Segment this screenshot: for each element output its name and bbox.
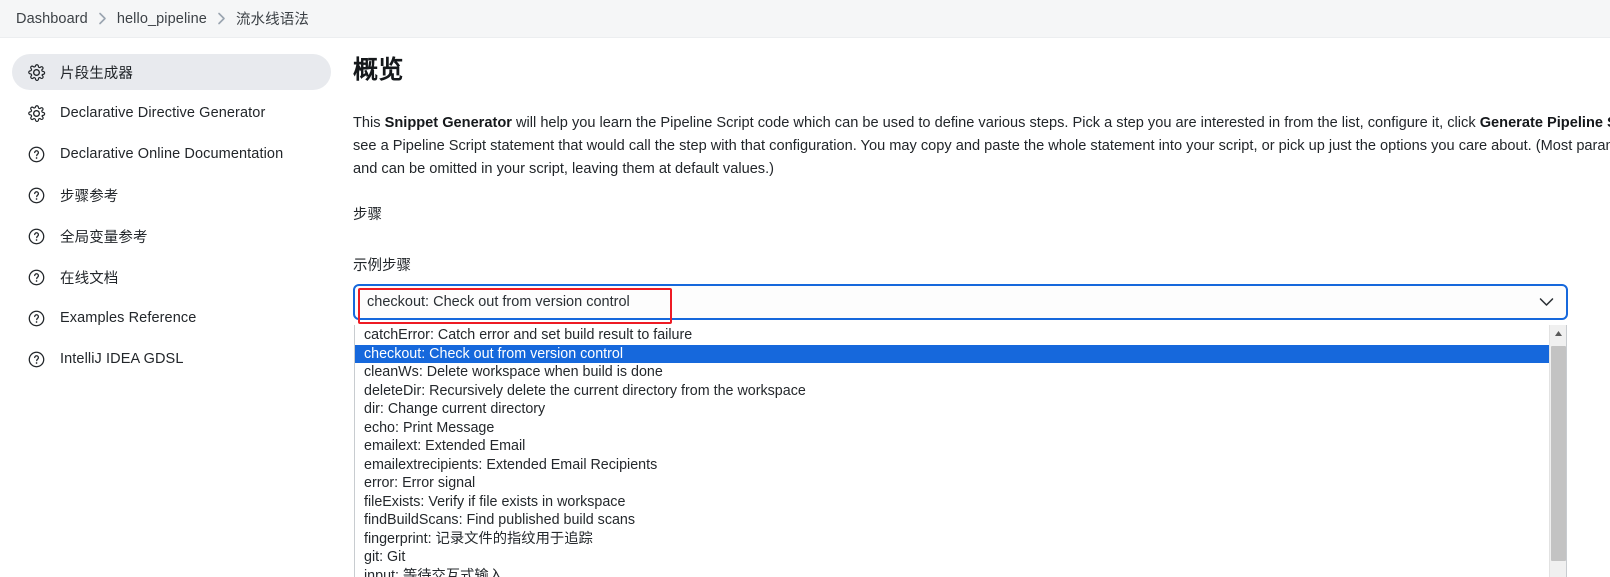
help-circle-icon (26, 226, 46, 246)
sample-step-combobox-zone: checkout: Check out from version control… (353, 284, 1568, 577)
page-title: 概览 (353, 56, 404, 84)
sidebar-item-label: 在线文档 (60, 270, 119, 287)
sidebar-item-label: IntelliJ IDEA GDSL (60, 351, 184, 367)
steps-label: 步骤 (353, 207, 382, 223)
dropdown-option[interactable]: emailextrecipients: Extended Email Recip… (355, 456, 1549, 475)
help-circle-icon (26, 144, 46, 164)
dropdown-option[interactable]: fingerprint: 记录文件的指纹用于追踪 (355, 530, 1549, 549)
help-circle-icon (26, 349, 46, 369)
dropdown-option[interactable]: emailext: Extended Email (355, 437, 1549, 456)
dropdown-option[interactable]: dir: Change current directory (355, 400, 1549, 419)
chevron-down-icon[interactable] (1538, 294, 1554, 310)
sidebar-item-online-documentation[interactable]: 在线文档 (12, 259, 331, 295)
sidebar-item-declarative-online-documentation[interactable]: Declarative Online Documentation (12, 136, 331, 172)
breadcrumb-item-dashboard[interactable]: Dashboard (16, 11, 88, 27)
help-circle-icon (26, 185, 46, 205)
dropdown-scrollbar[interactable] (1549, 325, 1566, 577)
scroll-up-arrow-icon[interactable] (1550, 325, 1566, 342)
sidebar-item-label: 步骤参考 (60, 188, 119, 205)
body-wrapper: 片段生成器 Declarative Directive Generator De… (0, 38, 1610, 577)
breadcrumb: Dashboard hello_pipeline 流水线语法 (0, 0, 1610, 38)
sidebar-item-examples-reference[interactable]: Examples Reference (12, 300, 331, 336)
dropdown-option[interactable]: input: 等待交互式输入 (355, 567, 1549, 577)
dropdown-scrollbar-thumb[interactable] (1551, 346, 1566, 561)
help-circle-icon (26, 267, 46, 287)
breadcrumb-item-current[interactable]: 流水线语法 (236, 8, 309, 29)
dropdown-option[interactable]: fileExists: Verify if file exists in wor… (355, 493, 1549, 512)
sidebar-item-global-variable-reference[interactable]: 全局变量参考 (12, 218, 331, 254)
chevron-right-icon (217, 12, 226, 25)
dropdown-option[interactable]: deleteDir: Recursively delete the curren… (355, 382, 1549, 401)
dropdown-option[interactable]: findBuildScans: Find published build sca… (355, 511, 1549, 530)
sidebar-item-snippet-generator[interactable]: 片段生成器 (12, 54, 331, 90)
dropdown-option[interactable]: git: Git (355, 548, 1549, 567)
main-content: 概览 This Snippet Generator will help you … (345, 38, 1610, 577)
sidebar-item-declarative-directive-generator[interactable]: Declarative Directive Generator (12, 95, 331, 131)
sidebar-item-step-reference[interactable]: 步骤参考 (12, 177, 331, 213)
sample-step-dropdown: catchError: Catch error and set build re… (354, 325, 1567, 577)
app-page: Dashboard hello_pipeline 流水线语法 片段生成器 Dec… (0, 0, 1610, 577)
dropdown-option-selected[interactable]: checkout: Check out from version control (355, 344, 1549, 363)
intro-text-2: will help you learn the Pipeline Script … (511, 115, 1480, 131)
sidebar: 片段生成器 Declarative Directive Generator De… (0, 38, 345, 577)
sidebar-item-label: Examples Reference (60, 310, 197, 326)
dropdown-option[interactable]: catchError: Catch error and set build re… (355, 326, 1549, 345)
gear-icon (26, 103, 46, 123)
sample-step-label: 示例步骤 (353, 258, 411, 274)
sidebar-item-label: 全局变量参考 (60, 229, 148, 246)
dropdown-option-list: catchError: Catch error and set build re… (355, 325, 1549, 577)
sidebar-item-label: Declarative Online Documentation (60, 146, 284, 162)
breadcrumb-item-pipeline[interactable]: hello_pipeline (117, 11, 207, 27)
sample-step-select[interactable]: checkout: Check out from version control (353, 284, 1568, 320)
sample-step-selected-value: checkout: Check out from version control (367, 294, 630, 310)
intro-bold-snippet-generator: Snippet Generator (384, 115, 512, 131)
dropdown-option[interactable]: echo: Print Message (355, 419, 1549, 438)
intro-bold-generate-pipeline-script: Generate Pipeline Script (1479, 115, 1610, 131)
chevron-right-icon (98, 12, 107, 25)
sidebar-item-label: Declarative Directive Generator (60, 105, 266, 121)
sidebar-item-label: 片段生成器 (60, 65, 133, 82)
sidebar-item-intellij-idea-gdsl[interactable]: IntelliJ IDEA GDSL (12, 341, 331, 377)
gear-icon (26, 62, 46, 82)
intro-text-1: This (353, 115, 385, 131)
help-circle-icon (26, 308, 46, 328)
dropdown-option[interactable]: error: Error signal (355, 474, 1549, 493)
intro-paragraph: This Snippet Generator will help you lea… (353, 112, 1610, 181)
dropdown-option[interactable]: cleanWs: Delete workspace when build is … (355, 363, 1549, 382)
